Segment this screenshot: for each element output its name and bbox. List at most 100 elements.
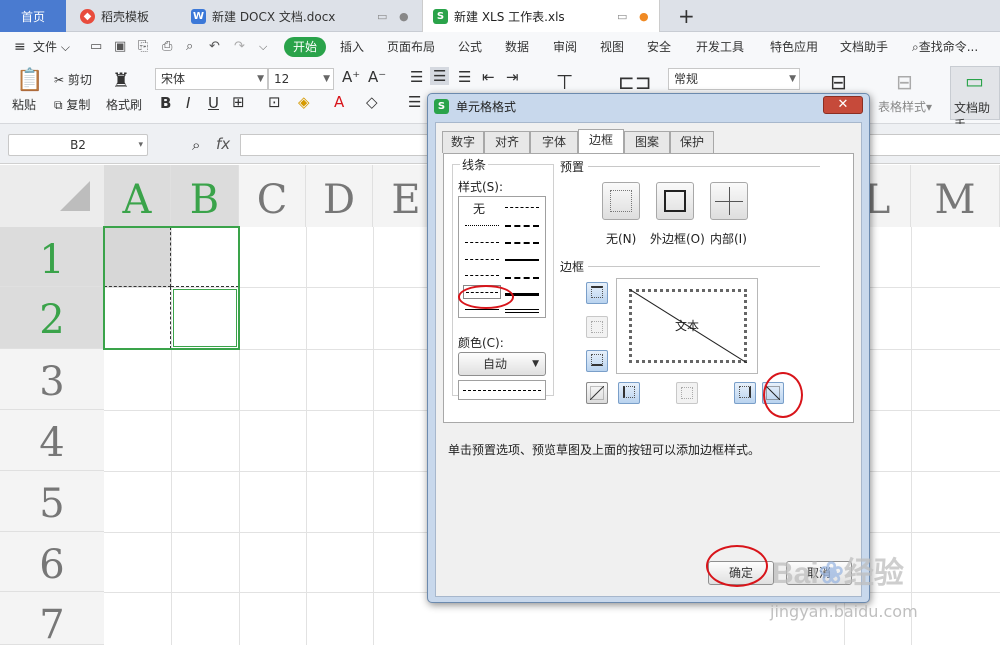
tab-alignment[interactable]: 对齐 bbox=[484, 131, 530, 153]
font-color-icon[interactable]: A bbox=[334, 93, 344, 111]
column-header-b[interactable]: B bbox=[171, 165, 239, 227]
monitor-icon[interactable]: ▭ bbox=[377, 10, 387, 23]
tab-font[interactable]: 字体 bbox=[530, 131, 578, 153]
line-style-item[interactable] bbox=[465, 309, 499, 310]
italic-button[interactable]: I bbox=[186, 94, 190, 112]
dialog-close-button[interactable]: ✕ bbox=[823, 96, 863, 114]
border-bottom-button[interactable] bbox=[586, 350, 608, 372]
border-middle-v-button[interactable] bbox=[676, 382, 698, 404]
tab-view[interactable]: 视图 bbox=[600, 32, 624, 62]
tab-start[interactable]: 开始 bbox=[284, 37, 327, 57]
export-icon[interactable]: ⎘ bbox=[138, 32, 148, 62]
merge-icon[interactable]: ⊡ bbox=[268, 93, 281, 111]
tab-doc-helper[interactable]: 文档助手 bbox=[840, 32, 888, 62]
tab-xls[interactable]: S 新建 XLS 工作表.xls ▭ ● bbox=[422, 0, 660, 32]
tab-home[interactable]: 首页 bbox=[0, 0, 66, 32]
zoom-search-icon[interactable]: ⌕ bbox=[192, 136, 200, 154]
tab-insert[interactable]: 插入 bbox=[340, 32, 364, 62]
border-diag-up-button[interactable] bbox=[586, 382, 608, 404]
row-header-1[interactable]: 1 bbox=[0, 227, 104, 287]
bold-button[interactable]: B bbox=[160, 94, 171, 112]
print-icon[interactable]: ⎙ bbox=[162, 32, 172, 62]
indent-decrease-icon[interactable]: ⇤ bbox=[482, 68, 495, 86]
line-style-item[interactable] bbox=[505, 259, 539, 261]
file-menu[interactable]: 文件 ⌵ bbox=[33, 32, 70, 62]
tab-formula[interactable]: 公式 bbox=[458, 32, 482, 62]
format-painter-button[interactable]: 格式刷 bbox=[106, 96, 142, 113]
merge-center-icon[interactable]: ⊤ bbox=[556, 70, 573, 94]
number-format-select[interactable]: 常规 ▼ bbox=[668, 68, 800, 90]
line-style-item[interactable] bbox=[505, 242, 539, 244]
tab-security[interactable]: 安全 bbox=[647, 32, 671, 62]
new-tab-button[interactable]: + bbox=[668, 0, 698, 32]
row-header-2[interactable]: 2 bbox=[0, 287, 104, 349]
tab-border[interactable]: 边框 bbox=[578, 129, 624, 154]
open-icon[interactable]: ▭ bbox=[90, 32, 102, 62]
border-preview[interactable]: 文本 bbox=[616, 278, 758, 374]
column-header-a[interactable]: A bbox=[104, 165, 171, 227]
line-style-item[interactable] bbox=[465, 225, 499, 226]
tab-page-layout[interactable]: 页面布局 bbox=[387, 32, 435, 62]
align-top-icon[interactable]: ☰ bbox=[410, 68, 423, 86]
tab-review[interactable]: 审阅 bbox=[553, 32, 577, 62]
align-bottom-icon[interactable]: ☰ bbox=[458, 68, 471, 86]
row-header-6[interactable]: 6 bbox=[0, 532, 104, 592]
align-left-icon[interactable]: ☰ bbox=[408, 93, 421, 111]
table-style-button[interactable]: 表格样式▾ bbox=[878, 98, 932, 115]
cut-button[interactable]: ✂ 剪切 bbox=[54, 71, 92, 88]
tab-special[interactable]: 特色应用 bbox=[770, 32, 818, 62]
tab-dot-icon[interactable]: ● bbox=[399, 10, 409, 23]
search-command[interactable]: ⌕查找命令... bbox=[912, 32, 978, 62]
hamburger-icon[interactable]: ≡ bbox=[14, 32, 26, 62]
brush-icon[interactable]: ♜ bbox=[112, 68, 130, 92]
line-style-item[interactable] bbox=[505, 277, 539, 279]
line-style-item[interactable] bbox=[465, 275, 499, 276]
border-middle-h-button[interactable] bbox=[586, 316, 608, 338]
row-header-3[interactable]: 3 bbox=[0, 349, 104, 410]
color-select[interactable]: 自动 ▼ bbox=[458, 352, 546, 376]
line-style-item[interactable] bbox=[465, 242, 499, 243]
tab-template[interactable]: ◆ 稻壳模板 bbox=[70, 0, 178, 32]
border-left-button[interactable] bbox=[618, 382, 640, 404]
clipboard-icon[interactable]: 📋 bbox=[16, 68, 43, 93]
undo-icon[interactable]: ↶ bbox=[209, 32, 220, 62]
dialog-title-bar[interactable]: S 单元格格式 bbox=[428, 94, 869, 120]
row-header-7[interactable]: 7 bbox=[0, 592, 104, 648]
border-icon[interactable]: ⊞ bbox=[232, 93, 245, 111]
font-size-select[interactable]: 12 ▼ bbox=[268, 68, 334, 90]
align-middle-icon[interactable]: ☰ bbox=[430, 67, 450, 85]
tab-pattern[interactable]: 图案 bbox=[624, 131, 670, 153]
tab-data[interactable]: 数据 bbox=[505, 32, 529, 62]
preset-outline-button[interactable] bbox=[656, 182, 694, 220]
copy-button[interactable]: ⧉ 复制 bbox=[54, 96, 90, 113]
name-box[interactable]: B2 ▾ bbox=[8, 134, 148, 156]
row-header-4[interactable]: 4 bbox=[0, 410, 104, 471]
grow-font-icon[interactable]: A⁺ bbox=[342, 68, 360, 86]
shrink-font-icon[interactable]: A⁻ bbox=[368, 68, 386, 86]
eraser-icon[interactable]: ◇ bbox=[366, 93, 378, 111]
column-header-m[interactable]: M bbox=[911, 165, 1000, 227]
line-style-item[interactable] bbox=[505, 225, 539, 227]
tab-developer[interactable]: 开发工具 bbox=[696, 32, 744, 62]
select-all-corner[interactable] bbox=[0, 165, 104, 227]
redo-icon[interactable]: ↷ bbox=[234, 32, 245, 62]
border-top-button[interactable] bbox=[586, 282, 608, 304]
monitor-icon[interactable]: ▭ bbox=[617, 10, 627, 23]
indent-increase-icon[interactable]: ⇥ bbox=[506, 68, 519, 86]
more-chevron-icon[interactable]: ⌵ bbox=[259, 32, 267, 62]
line-style-double[interactable] bbox=[505, 309, 539, 313]
underline-button[interactable]: U bbox=[208, 94, 219, 112]
border-right-button[interactable] bbox=[734, 382, 756, 404]
fx-icon[interactable]: fx bbox=[216, 135, 230, 153]
table-style-icon[interactable]: ⊟ bbox=[896, 70, 913, 94]
conditional-format-icon[interactable]: ⊟ bbox=[830, 70, 847, 94]
line-style-item[interactable] bbox=[465, 259, 499, 260]
preset-none-button[interactable] bbox=[602, 182, 640, 220]
preset-inside-button[interactable] bbox=[710, 182, 748, 220]
font-select[interactable]: 宋体 ▼ bbox=[155, 68, 268, 90]
paste-button[interactable]: 粘贴 bbox=[12, 96, 36, 113]
doc-helper-button[interactable]: ▭ 文档助手 bbox=[950, 66, 1000, 132]
fill-color-icon[interactable]: ◈ bbox=[298, 93, 310, 111]
save-icon[interactable]: ▣ bbox=[114, 32, 126, 62]
tab-number[interactable]: 数字 bbox=[442, 131, 484, 153]
